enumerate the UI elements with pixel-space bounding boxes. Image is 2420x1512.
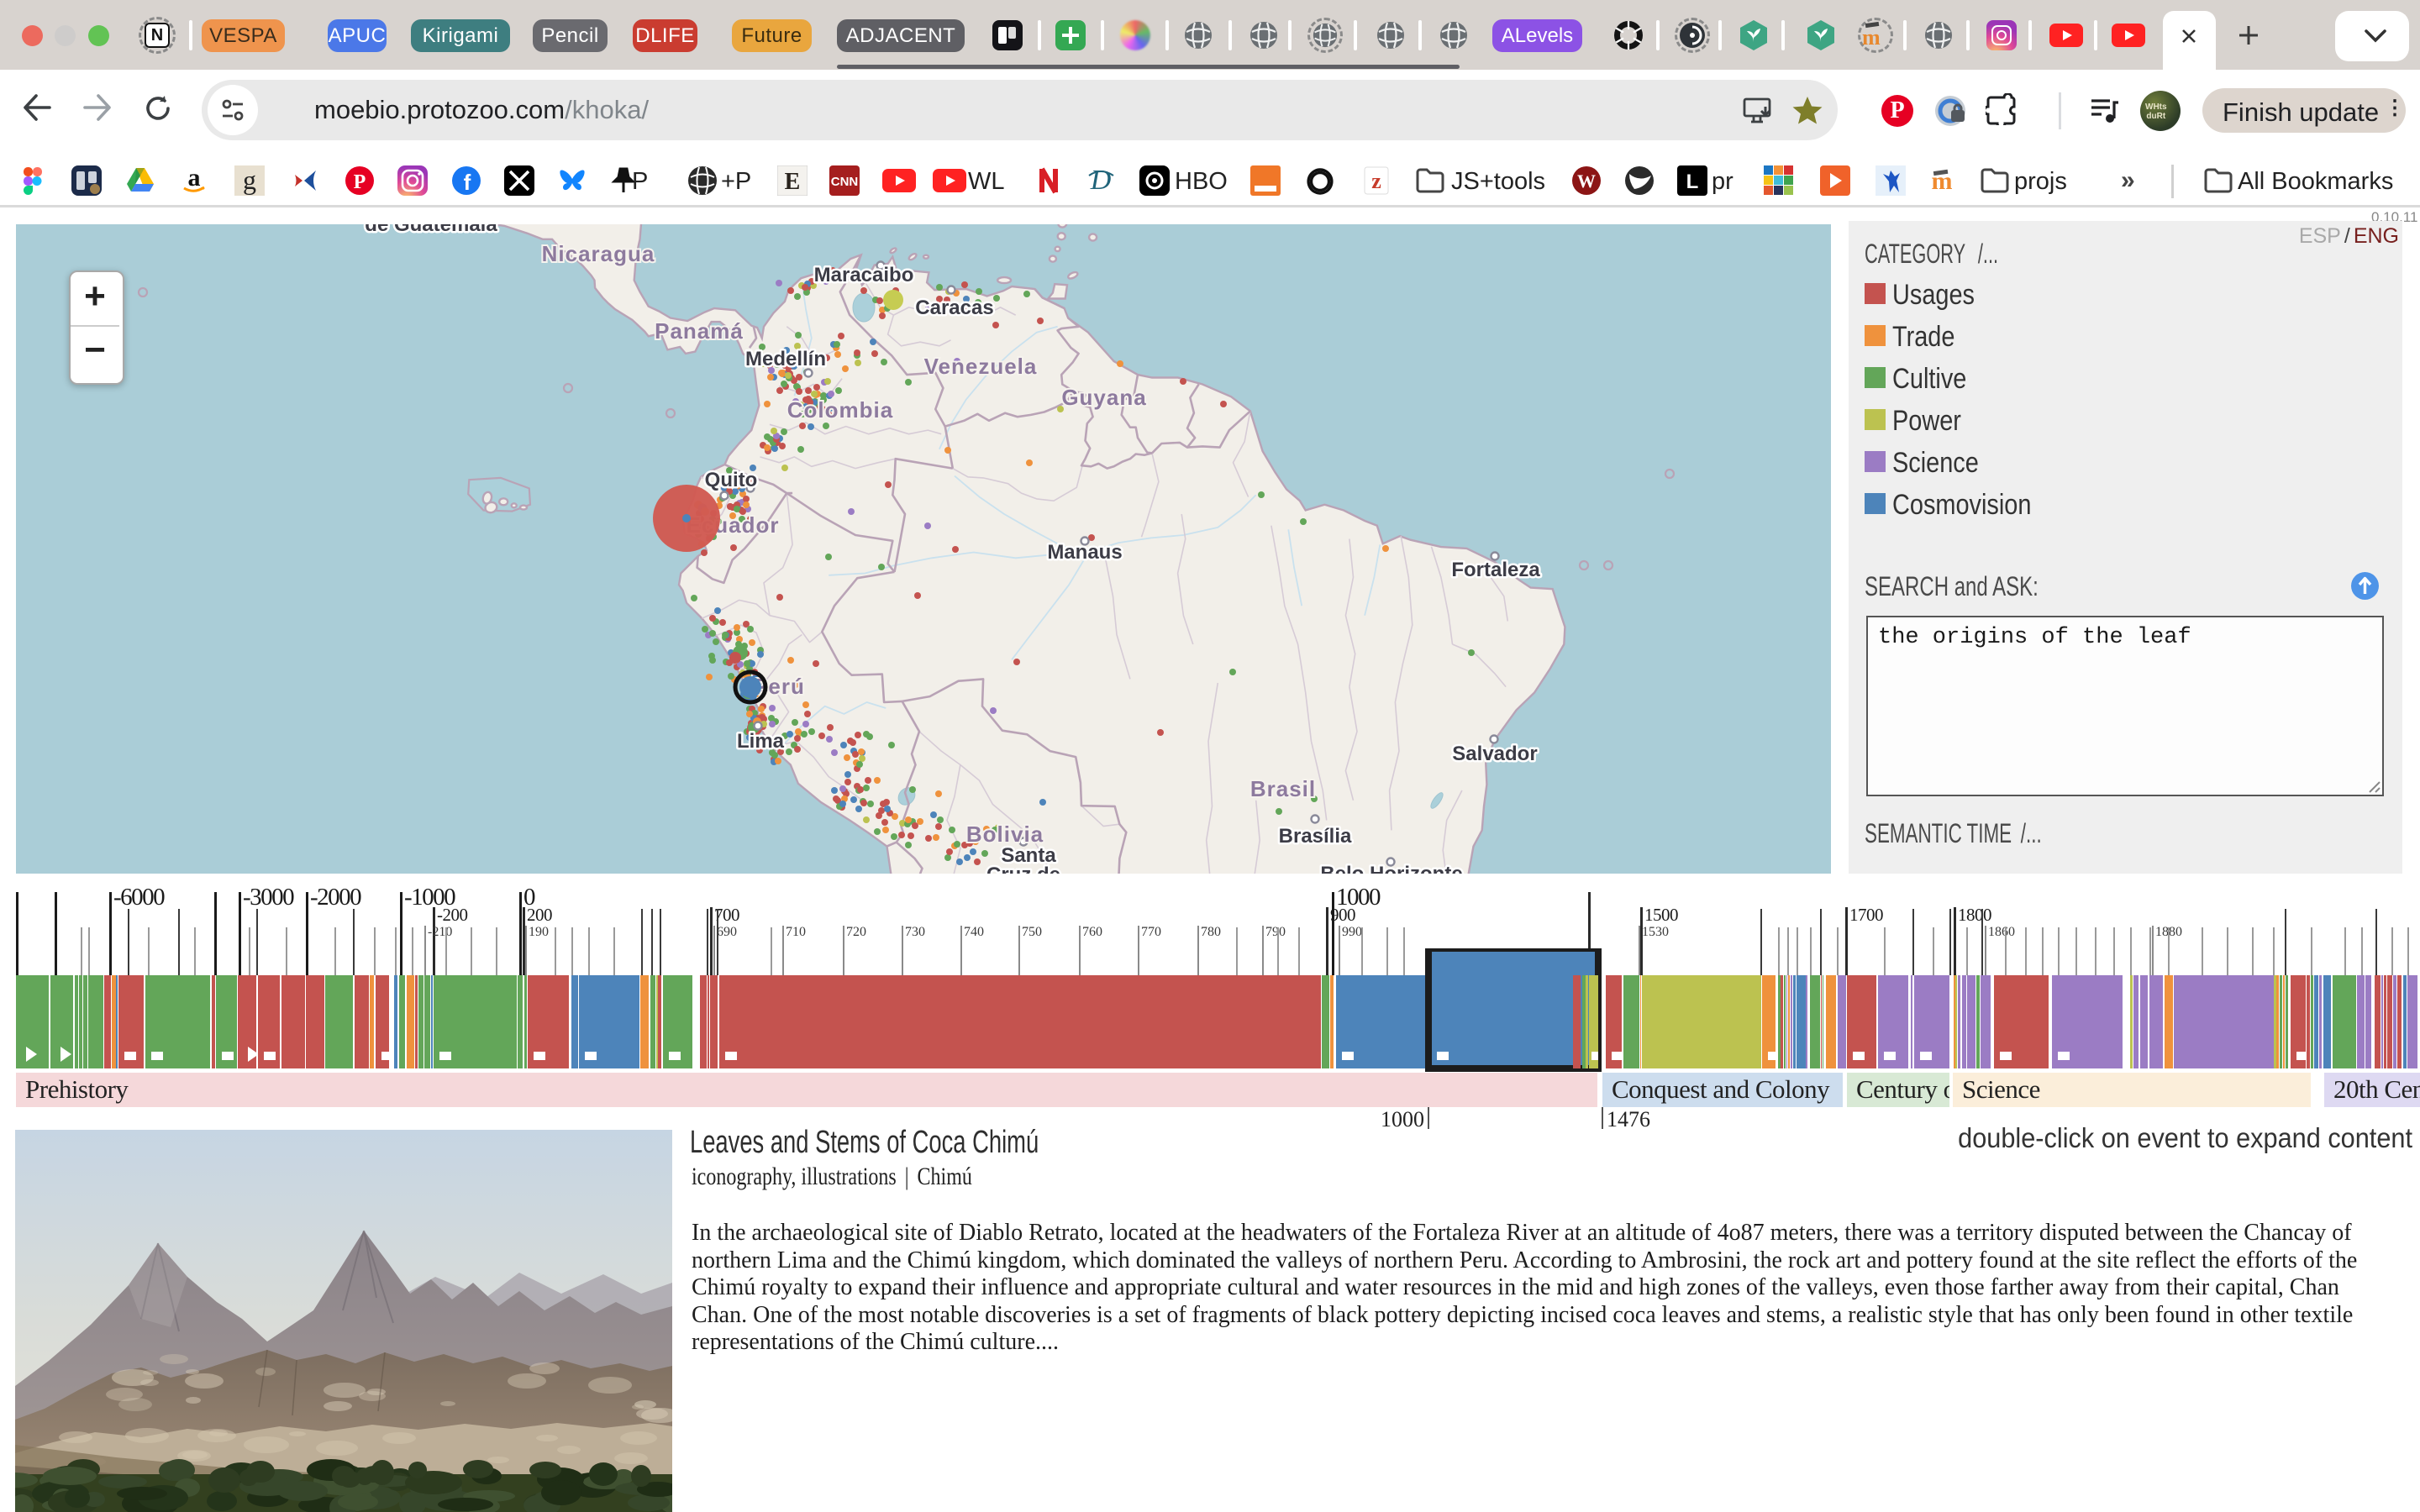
svg-text:Fortaleza: Fortaleza [1451,559,1540,581]
svg-text:Brasil: Brasil [1250,776,1316,801]
svg-text:Colombia: Colombia [787,397,893,423]
svg-text:CNN: CNN [831,175,859,189]
svg-text:Brasília: Brasília [1279,825,1352,848]
svg-text:Maracaibo: Maracaibo [814,264,914,286]
svg-text:Cruz de: Cruz de [986,864,1060,874]
svg-text:Venezuela: Venezuela [924,354,1038,379]
svg-text:Manaus: Manaus [1047,541,1122,564]
svg-text:P: P [354,171,366,193]
svg-text:Salvador: Salvador [1452,743,1537,765]
svg-text:Quito: Quito [705,469,758,491]
svg-text:de Guatemala: de Guatemala [365,224,497,236]
svg-text:Lima: Lima [737,730,785,753]
svg-text:D: D [1090,165,1112,196]
svg-text:Medellín: Medellín [745,348,826,370]
svg-text:Bolivia: Bolivia [966,822,1044,847]
svg-text:z: z [1371,169,1381,193]
svg-text:E: E [785,169,801,195]
svg-text:L: L [1686,171,1699,193]
svg-text:Belo Horizonte: Belo Horizonte [1320,863,1462,874]
svg-text:f: f [464,170,471,195]
svg-text:Nicaragua: Nicaragua [542,241,655,266]
svg-text:Caracas: Caracas [915,297,993,319]
svg-text:Guyana: Guyana [1061,385,1146,410]
svg-text:a: a [188,165,201,192]
svg-text:Panamá: Panamá [655,318,744,344]
svg-text:g: g [243,165,256,195]
svg-text:W: W [1577,171,1596,192]
